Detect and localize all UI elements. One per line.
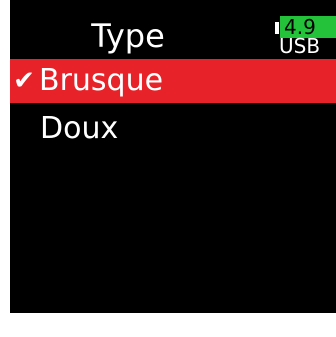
checkmark-icon: ✔ (13, 66, 35, 96)
battery-nub (275, 22, 279, 34)
screen-title: Type (91, 17, 165, 55)
battery-indicator: 4.9 USB (275, 6, 336, 57)
power-source-label: USB (279, 35, 321, 57)
device-screen: Type 4.9 USB ✔ Brusque Doux (10, 0, 336, 313)
option-brusque[interactable]: ✔ Brusque (10, 59, 336, 103)
type-option-list: ✔ Brusque Doux (10, 59, 336, 151)
option-label: Doux (40, 111, 119, 146)
option-doux[interactable]: Doux (10, 107, 336, 151)
option-label: Brusque (39, 63, 164, 98)
